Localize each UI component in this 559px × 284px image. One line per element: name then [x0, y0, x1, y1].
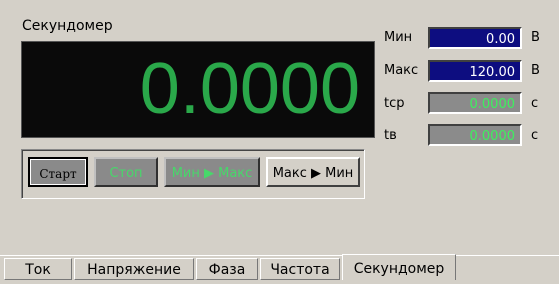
max-label: Макс	[384, 63, 419, 78]
stop-button[interactable]: Стоп	[94, 157, 158, 187]
tv-field: 0.0000	[428, 124, 522, 146]
tv-unit: с	[531, 128, 539, 143]
start-button[interactable]: Старт	[28, 157, 88, 187]
min-to-max-button[interactable]: Мин ▶ Макс	[164, 157, 260, 187]
tab-phase[interactable]: Фаза	[196, 258, 258, 280]
control-button-group: Старт Стоп Мин ▶ Макс Макс ▶ Мин	[21, 149, 365, 199]
max-field[interactable]: 120.00	[428, 60, 522, 82]
stopwatch-panel-title: Секундомер	[22, 18, 113, 34]
tab-voltage[interactable]: Напряжение	[74, 258, 194, 280]
tab-strip-border	[0, 255, 559, 256]
min-unit: В	[531, 30, 540, 45]
tavg-field: 0.0000	[428, 92, 522, 114]
tv-label: tв	[384, 128, 397, 143]
tavg-unit: с	[531, 96, 539, 111]
min-label: Мин	[384, 30, 413, 45]
stopwatch-display: 0.0000	[21, 41, 375, 138]
tab-frequency[interactable]: Частота	[260, 258, 340, 280]
max-to-min-button[interactable]: Макс ▶ Мин	[266, 157, 360, 187]
min-field[interactable]: 0.00	[428, 27, 522, 49]
tab-stopwatch[interactable]: Секундомер	[342, 254, 456, 280]
tab-current[interactable]: Ток	[4, 258, 72, 280]
max-unit: В	[531, 63, 540, 78]
tavg-label: tср	[384, 96, 405, 111]
stopwatch-value: 0.0000	[139, 49, 360, 129]
